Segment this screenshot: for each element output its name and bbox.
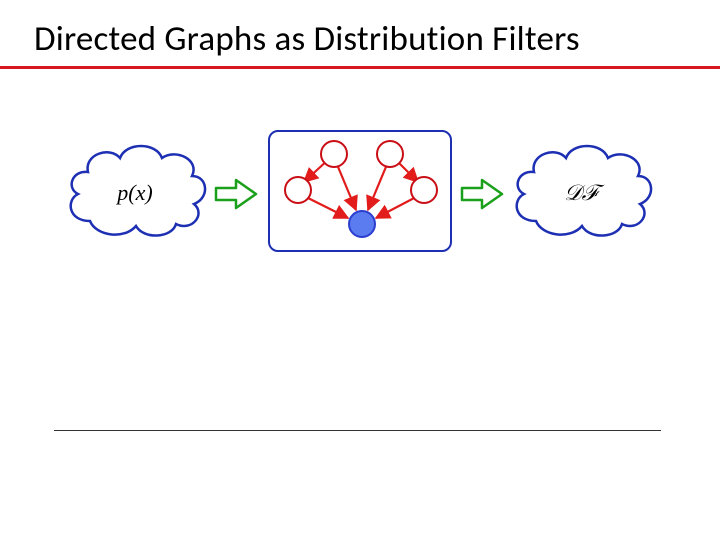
arrow-right-icon: [214, 178, 258, 210]
footer-divider: [54, 430, 661, 431]
graph-box: [268, 130, 452, 252]
graph-node-A: [284, 176, 312, 204]
cloud-right-label: 𝒟ℱ: [506, 180, 656, 206]
graph-node-E: [410, 176, 438, 204]
page-title: Directed Graphs as Distribution Filters: [34, 18, 580, 60]
cloud-left-label: p(x): [60, 180, 210, 206]
px-label: p(x): [117, 180, 152, 205]
arrow-right-icon: [460, 178, 504, 210]
df-label: 𝒟ℱ: [564, 180, 598, 205]
arrow-left: [214, 178, 258, 210]
arrow-right: [460, 178, 504, 210]
graph-node-B: [320, 140, 348, 168]
graph-node-C: [348, 210, 376, 238]
cloud-left: p(x): [60, 136, 210, 246]
slide: Directed Graphs as Distribution Filters …: [0, 0, 720, 540]
cloud-right: 𝒟ℱ: [506, 136, 656, 246]
diagram: p(x): [70, 130, 650, 270]
title-underline: [0, 66, 720, 69]
graph-node-D: [376, 140, 404, 168]
